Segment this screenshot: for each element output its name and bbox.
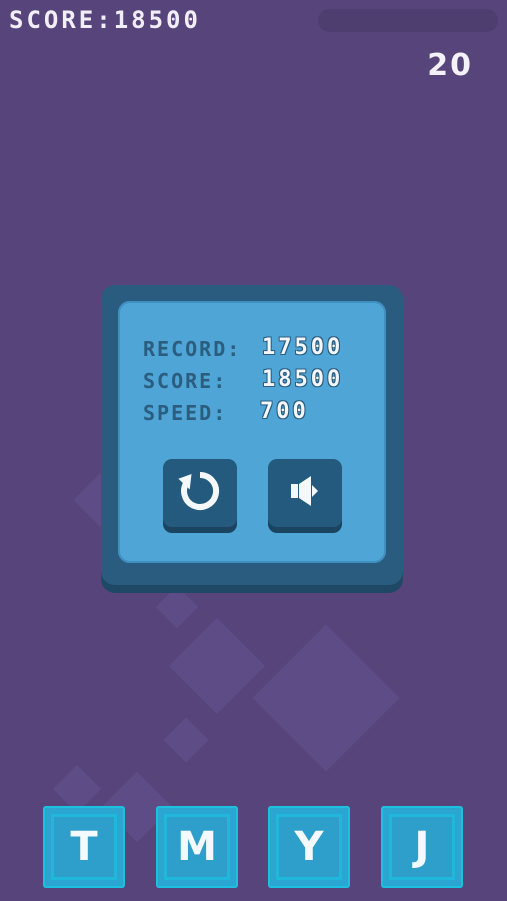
timer-value: 20: [427, 48, 473, 83]
background-diamond: [168, 617, 266, 715]
restart-icon: [177, 468, 223, 518]
letter-tile-4[interactable]: J: [381, 806, 463, 888]
score-label: SCORE:: [143, 369, 228, 393]
letter-tile-label: T: [70, 824, 98, 870]
sound-button[interactable]: [268, 459, 342, 527]
background-diamond: [163, 717, 209, 763]
letter-tile-label: Y: [294, 824, 324, 870]
letter-tile-3[interactable]: Y: [268, 806, 350, 888]
hud-score-value: 18500: [113, 6, 201, 34]
restart-button[interactable]: [163, 459, 237, 527]
progress-bar: [318, 9, 498, 32]
speed-value: 700: [260, 399, 309, 424]
background-diamond: [252, 624, 400, 772]
speed-label: SPEED:: [143, 401, 228, 425]
letter-tile-1[interactable]: T: [43, 806, 125, 888]
record-value: 17500: [262, 335, 344, 360]
score-value: 18500: [262, 367, 344, 392]
record-label: RECORD:: [143, 337, 242, 361]
hud-score: SCORE:18500: [9, 6, 201, 34]
background-diamond: [155, 585, 199, 629]
hud-score-label: SCORE:: [9, 6, 114, 34]
letter-tile-label: M: [177, 824, 217, 870]
letter-tile-label: J: [414, 824, 430, 870]
letter-tile-2[interactable]: M: [156, 806, 238, 888]
speaker-icon: [285, 471, 325, 515]
